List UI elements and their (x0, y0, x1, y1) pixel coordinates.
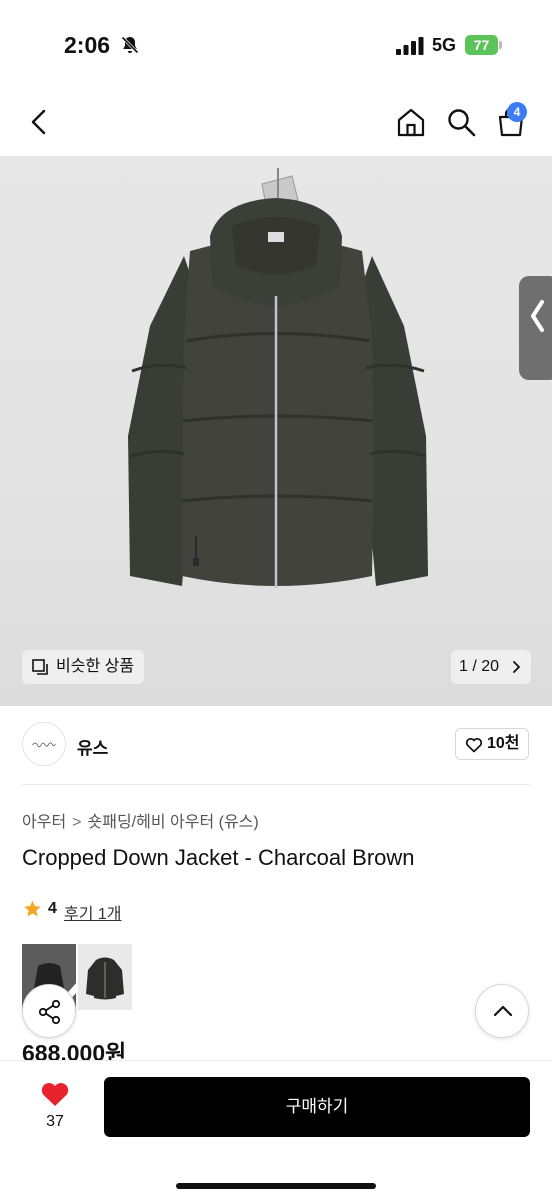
similar-items-icon (32, 659, 48, 675)
breadcrumb-item-outer[interactable]: 아우터 (22, 808, 66, 832)
rating-value: 4 (48, 900, 57, 917)
network-type: 5G (432, 35, 457, 55)
chevron-right-icon (513, 661, 520, 673)
battery-level: 77 (465, 35, 498, 55)
thumbnail-image (86, 957, 124, 1000)
breadcrumb-item-category[interactable]: 숏패딩/헤비 아우터 (유스) (88, 808, 259, 832)
nav-bar: 4 (0, 92, 552, 156)
battery-tip (499, 41, 502, 49)
brand-like-button[interactable]: 10천 (455, 728, 529, 760)
heart-filled-icon[interactable] (40, 1081, 70, 1108)
status-time: 2:06 (64, 32, 111, 58)
status-bar: 2:06 5G 77 (0, 0, 552, 92)
similar-products-button[interactable]: 비슷한 상품 (22, 650, 145, 684)
heart-outline-icon (465, 738, 483, 753)
chevron-left-icon (531, 300, 544, 332)
product-image (128, 168, 428, 588)
star-icon (24, 900, 41, 917)
color-option-thumbnail[interactable] (78, 944, 132, 1010)
brand-name[interactable]: 유스 (77, 734, 108, 759)
search-icon[interactable] (445, 106, 477, 138)
share-button[interactable] (22, 984, 76, 1038)
share-icon (38, 999, 61, 1025)
brand-row[interactable]: 유스 10천 (0, 706, 552, 784)
buy-button[interactable]: 구매하기 (104, 1077, 530, 1137)
divider (22, 784, 530, 785)
bottom-action-bar: 37 구매하기 (0, 1060, 552, 1200)
home-indicator[interactable] (176, 1183, 376, 1189)
brand-like-count: 10천 (487, 735, 520, 752)
category-breadcrumb: 아우터 > 숏패딩/헤비 아우터 (유스) (22, 808, 259, 832)
similar-products-label: 비슷한 상품 (56, 658, 135, 675)
cellular-signal-icon (396, 37, 424, 55)
wishlist-count: 37 (46, 1113, 64, 1130)
product-title: Cropped Down Jacket - Charcoal Brown (22, 845, 415, 870)
review-count-link[interactable]: 후기 1개 (64, 900, 122, 924)
cart-count-badge: 4 (507, 102, 527, 122)
chevron-up-icon (493, 1005, 513, 1017)
breadcrumb-separator: > (72, 814, 82, 831)
scroll-to-top-button[interactable] (475, 984, 529, 1038)
bell-off-icon (121, 36, 139, 54)
image-counter: 1 / 20 (459, 658, 500, 675)
product-image-gallery[interactable]: 비슷한 상품 1 / 20 (0, 156, 552, 706)
home-icon[interactable] (395, 106, 427, 138)
image-counter-button[interactable]: 1 / 20 (451, 650, 531, 684)
battery-icon: 77 (465, 35, 503, 55)
brand-logo[interactable] (22, 722, 66, 766)
back-icon[interactable] (24, 106, 56, 138)
